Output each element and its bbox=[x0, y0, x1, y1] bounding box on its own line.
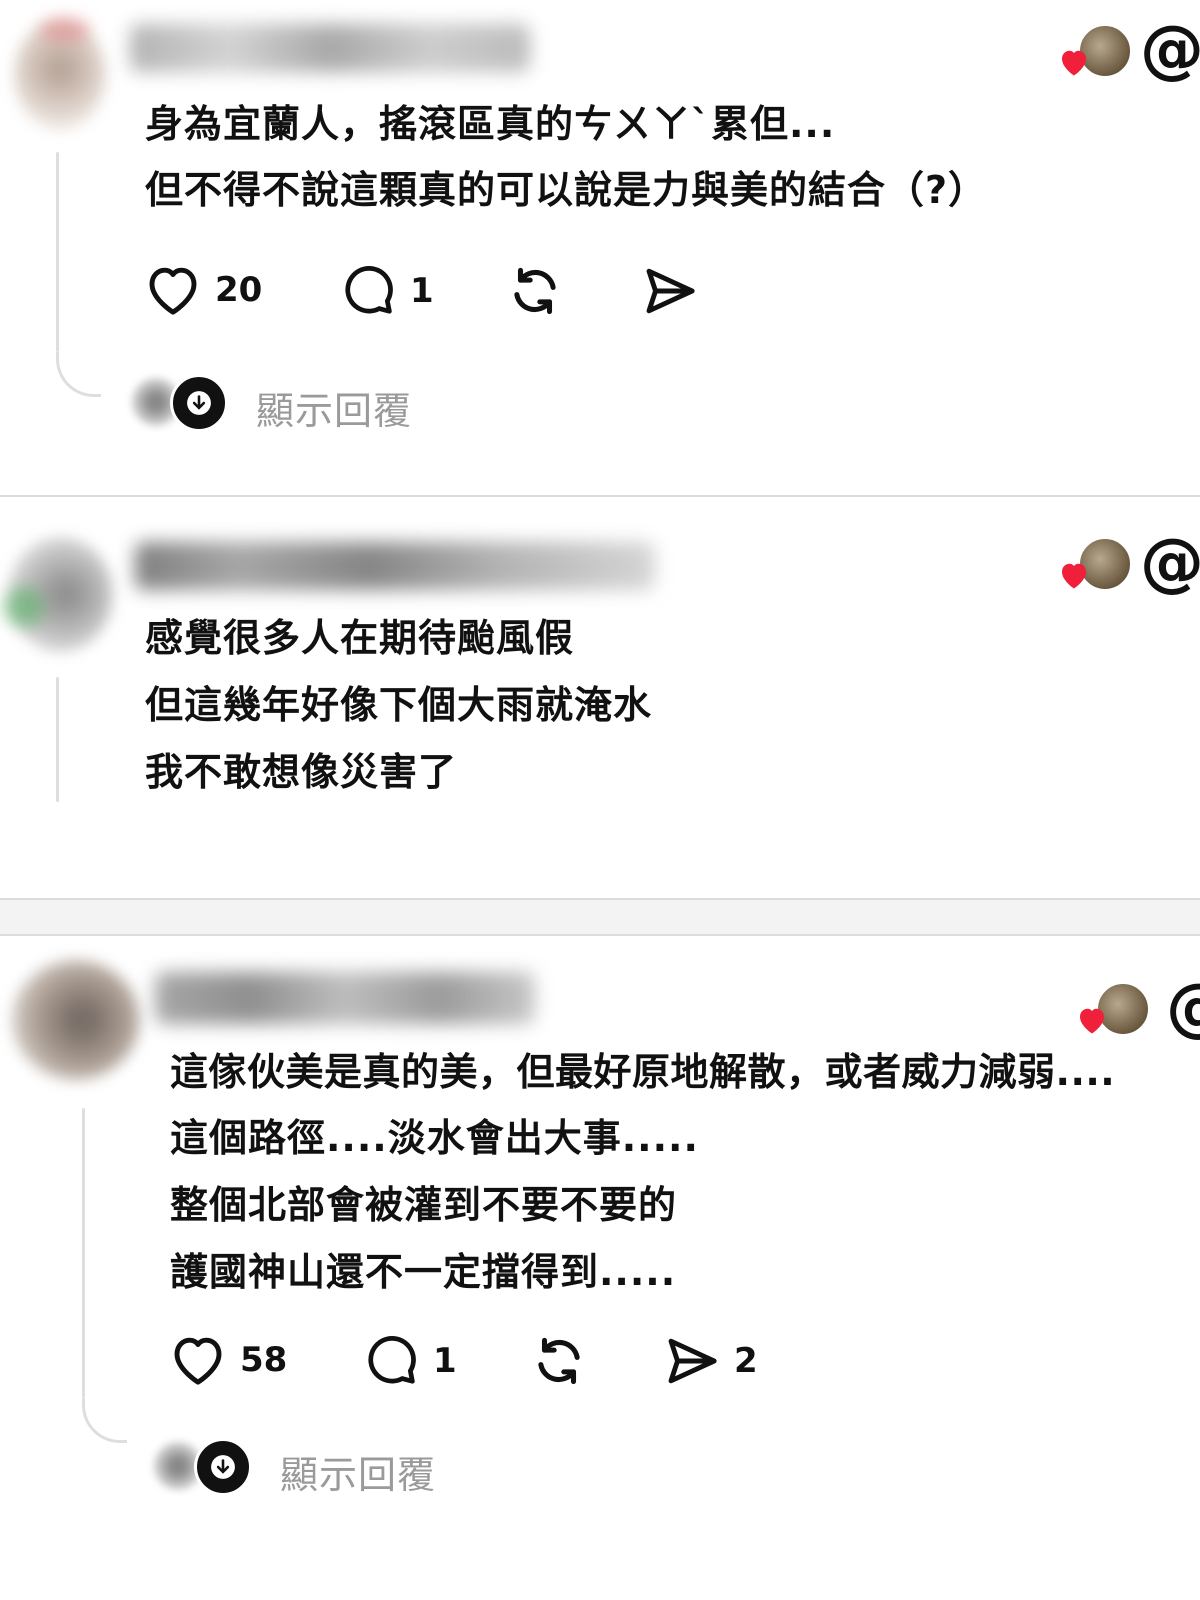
screenshot-seam bbox=[0, 898, 1200, 936]
author-avatar-accent bbox=[4, 587, 44, 627]
like-count: 20 bbox=[215, 270, 263, 310]
comment-button[interactable]: 1 bbox=[340, 264, 434, 318]
share-count: 2 bbox=[734, 1341, 758, 1381]
paper-plane-icon bbox=[668, 1338, 717, 1384]
speech-bubble-icon bbox=[368, 1336, 416, 1384]
threads-logo-icon[interactable]: @ bbox=[1166, 976, 1200, 1040]
comment-button[interactable]: 1 bbox=[363, 1334, 457, 1388]
arrow-down-icon bbox=[187, 391, 211, 415]
post-body-line: 我不敢想像災害了 bbox=[145, 750, 458, 794]
threads-logo-icon[interactable]: @ bbox=[1140, 18, 1200, 82]
author-username[interactable] bbox=[155, 972, 535, 1024]
heart-outline-icon bbox=[174, 1337, 222, 1385]
liked-by-author bbox=[1074, 982, 1164, 1042]
heart-filled-icon bbox=[1080, 1008, 1104, 1034]
post-body-line: 但這幾年好像下個大雨就淹水 bbox=[145, 683, 653, 727]
paper-plane-icon bbox=[646, 268, 695, 314]
author-avatar[interactable] bbox=[12, 960, 140, 1080]
liked-by-author bbox=[1056, 537, 1146, 597]
arrow-down-icon bbox=[211, 1455, 235, 1479]
thread-connector bbox=[56, 677, 59, 802]
post-2: @ 感覺很多人在期待颱風假 但這幾年好像下個大雨就淹水 我不敢想像災害了 bbox=[0, 497, 1200, 802]
author-avatar-accent bbox=[40, 18, 90, 42]
post-body-line: 護國神山還不一定擋得到..... bbox=[170, 1250, 677, 1294]
repost-button[interactable] bbox=[506, 262, 564, 320]
heart-outline-icon bbox=[149, 267, 197, 315]
post-body-line: 這傢伙美是真的美，但最好原地解散，或者威力減弱.... bbox=[170, 1050, 1116, 1094]
like-button[interactable]: 58 bbox=[170, 1334, 287, 1386]
show-replies-link[interactable]: 顯示回覆 bbox=[280, 1444, 436, 1499]
repost-arrows-icon bbox=[538, 1337, 580, 1385]
author-username[interactable] bbox=[135, 542, 655, 590]
share-button[interactable]: 2 bbox=[664, 1333, 758, 1389]
repost-button[interactable] bbox=[530, 1332, 588, 1390]
post-3: @ 這傢伙美是真的美，但最好原地解散，或者威力減弱.... 這個路徑....淡水… bbox=[0, 936, 1200, 1600]
comment-count: 1 bbox=[433, 1341, 457, 1381]
post-body-line: 但不得不說這顆真的可以說是力與美的結合（?） bbox=[145, 168, 988, 212]
author-username[interactable] bbox=[130, 24, 530, 72]
thread-connector bbox=[82, 1108, 85, 1398]
thread-connector bbox=[56, 152, 59, 352]
comment-count: 1 bbox=[410, 271, 434, 311]
post-body-line: 整個北部會被灌到不要不要的 bbox=[170, 1183, 678, 1227]
replier-avatar-dark bbox=[194, 1438, 252, 1496]
liked-by-author bbox=[1056, 24, 1146, 84]
repost-arrows-icon bbox=[514, 267, 556, 315]
replier-avatar-dark bbox=[170, 374, 228, 432]
heart-filled-icon bbox=[1062, 563, 1086, 589]
post-1: @ 身為宜蘭人，搖滾區真的ㄘㄨㄚˋ累但... 但不得不說這顆真的可以說是力與美的… bbox=[0, 0, 1200, 495]
thread-connector-curve bbox=[82, 1398, 127, 1443]
post-body-line: 這個路徑....淡水會出大事..... bbox=[170, 1116, 699, 1160]
like-count: 58 bbox=[240, 1340, 288, 1380]
show-replies-row[interactable]: 顯示回覆 bbox=[154, 1436, 474, 1499]
heart-filled-icon bbox=[1062, 50, 1086, 76]
post-body-line: 感覺很多人在期待颱風假 bbox=[145, 616, 575, 660]
show-replies-row[interactable]: 顯示回覆 bbox=[132, 372, 452, 435]
threads-logo-icon[interactable]: @ bbox=[1140, 531, 1200, 595]
share-button[interactable] bbox=[642, 263, 712, 319]
post-body-line: 身為宜蘭人，搖滾區真的ㄘㄨㄚˋ累但... bbox=[145, 102, 836, 146]
show-replies-link[interactable]: 顯示回覆 bbox=[256, 380, 412, 435]
like-button[interactable]: 20 bbox=[145, 264, 262, 316]
thread-connector-curve bbox=[56, 352, 101, 397]
speech-bubble-icon bbox=[345, 266, 393, 314]
